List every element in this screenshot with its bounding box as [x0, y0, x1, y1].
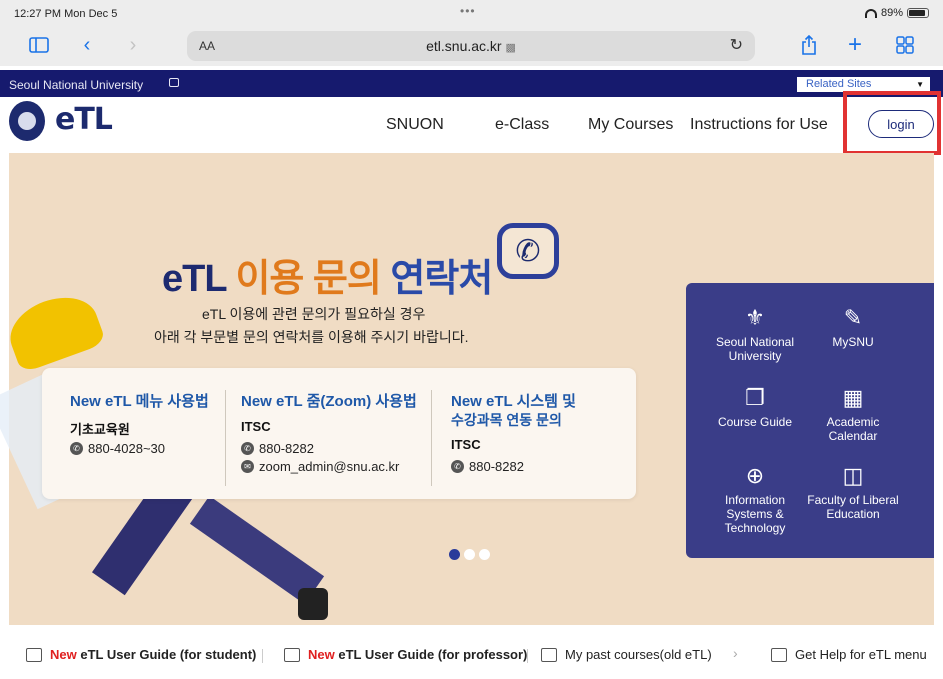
- figure-shoe: [298, 588, 328, 620]
- quicklink-snu[interactable]: ⚜ Seoul National University: [705, 305, 805, 363]
- quicklink-info-systems[interactable]: ⊕ Information Systems & Technology: [705, 463, 805, 535]
- tabs-overview-icon[interactable]: [890, 32, 920, 58]
- phone-bubble-icon: ✆: [497, 223, 559, 279]
- etl-logo[interactable]: eTL: [55, 102, 113, 137]
- slider-pagination: [449, 549, 490, 560]
- hero-title: eTL 이용 문의 연락처: [162, 258, 493, 300]
- quicklink-academic-calendar[interactable]: ▦ Academic Calendar: [803, 385, 903, 443]
- phone-icon: ✆: [70, 442, 83, 455]
- card-1-org: 기초교육원: [70, 422, 130, 437]
- chevron-right-icon[interactable]: ›: [733, 645, 738, 661]
- card-1-phone: ✆ 880-4028~30: [70, 441, 165, 456]
- battery-percent: 89%: [880, 7, 903, 19]
- nav-my-courses[interactable]: My Courses: [588, 116, 673, 134]
- book-icon: ❐: [745, 385, 765, 410]
- quick-links-panel: ⚜ Seoul National University ✎ MySNU ❐ Co…: [686, 283, 934, 558]
- book-open-icon: ◫: [842, 463, 864, 488]
- hero-subtitle-2: 아래 각 부문별 문의 연락처를 이용해 주시기 바랍니다.: [154, 329, 469, 345]
- calendar-icon: ▦: [842, 385, 864, 410]
- slider-dot-3[interactable]: [479, 549, 490, 560]
- monitor-icon: [284, 647, 300, 662]
- professor-guide-link[interactable]: New eTL User Guide (for professor): [284, 647, 527, 662]
- snu-logo-icon[interactable]: [9, 101, 45, 141]
- address-bar[interactable]: AA etl.snu.ac.kr ▩ ↻: [187, 31, 755, 61]
- user-edit-icon: ✎: [843, 305, 863, 330]
- globe-user-icon: ⊕: [745, 463, 765, 488]
- browser-toolbar: ‹ › AA etl.snu.ac.kr ▩ ↻ +: [0, 24, 943, 66]
- people-icon: [771, 647, 787, 662]
- link-divider: [262, 649, 263, 663]
- card-2-phone: ✆ 880-8282: [241, 441, 314, 456]
- card-3-org: ITSC: [451, 437, 481, 452]
- battery-icon: [907, 8, 929, 18]
- url-text[interactable]: etl.snu.ac.kr ▩: [187, 38, 755, 54]
- card-3-title-2: 수강과목 연동 문의: [451, 412, 562, 428]
- quicklink-course-guide[interactable]: ❐ Course Guide: [705, 385, 805, 429]
- past-courses-link[interactable]: My past courses(old eTL): [541, 647, 712, 662]
- card-2-email[interactable]: ✉ zoom_admin@snu.ac.kr: [241, 459, 399, 474]
- phone-icon: ✆: [451, 460, 464, 473]
- link-divider: [527, 649, 528, 663]
- wifi-icon: [864, 8, 877, 18]
- card-3-phone: ✆ 880-8282: [451, 459, 524, 474]
- contact-card: New eTL 메뉴 사용법 기초교육원 ✆ 880-4028~30 New eT…: [42, 368, 636, 499]
- quicklink-liberal-education[interactable]: ◫ Faculty of Liberal Education: [803, 463, 903, 521]
- new-tab-icon[interactable]: +: [840, 31, 870, 58]
- multitask-dots[interactable]: •••: [460, 4, 476, 18]
- phone-icon: ✆: [241, 442, 254, 455]
- window-icon: [541, 647, 557, 662]
- lock-icon: ▩: [505, 42, 516, 54]
- forward-icon[interactable]: ›: [118, 32, 148, 58]
- card-divider: [225, 390, 226, 486]
- get-help-link[interactable]: Get Help for eTL menu: [771, 647, 927, 662]
- slider-dot-1[interactable]: [449, 549, 460, 560]
- reload-icon[interactable]: ↻: [730, 35, 743, 55]
- edit-icon: [26, 647, 42, 662]
- card-divider: [431, 390, 432, 486]
- status-time: 12:27 PM Mon Dec 5: [14, 8, 118, 20]
- snu-seal-icon: ⚜: [745, 305, 765, 330]
- share-icon[interactable]: [794, 32, 824, 58]
- highlight-box: [843, 91, 941, 155]
- nav-eclass[interactable]: e-Class: [495, 116, 549, 134]
- chevron-down-icon: ▼: [916, 80, 924, 89]
- related-sites-label: Related Sites: [806, 78, 872, 90]
- card-3-title: New eTL 시스템 및: [451, 393, 576, 410]
- related-sites-select[interactable]: Related Sites ▼: [797, 77, 930, 92]
- hero-subtitle-1: eTL 이용에 관련 문의가 필요하실 경우: [202, 306, 426, 322]
- card-2-title: New eTL 줌(Zoom) 사용법: [241, 393, 417, 410]
- sidebar-icon[interactable]: [24, 32, 54, 58]
- mail-icon: ✉: [241, 460, 254, 473]
- nav-instructions[interactable]: Instructions for Use: [690, 116, 828, 134]
- university-link[interactable]: Seoul National University: [9, 78, 143, 92]
- student-guide-link[interactable]: New eTL User Guide (for student): [26, 647, 256, 662]
- quicklink-mysnu[interactable]: ✎ MySNU: [803, 305, 903, 349]
- nav-snuon[interactable]: SNUON: [386, 116, 444, 134]
- status-bar: 12:27 PM Mon Dec 5 ••• 89%: [0, 0, 943, 24]
- status-right: 89%: [864, 7, 929, 19]
- slider-dot-2[interactable]: [464, 549, 475, 560]
- card-2-org: ITSC: [241, 419, 271, 434]
- card-1-title: New eTL 메뉴 사용법: [70, 393, 209, 410]
- back-icon[interactable]: ‹: [72, 32, 102, 58]
- external-window-icon[interactable]: [169, 78, 179, 87]
